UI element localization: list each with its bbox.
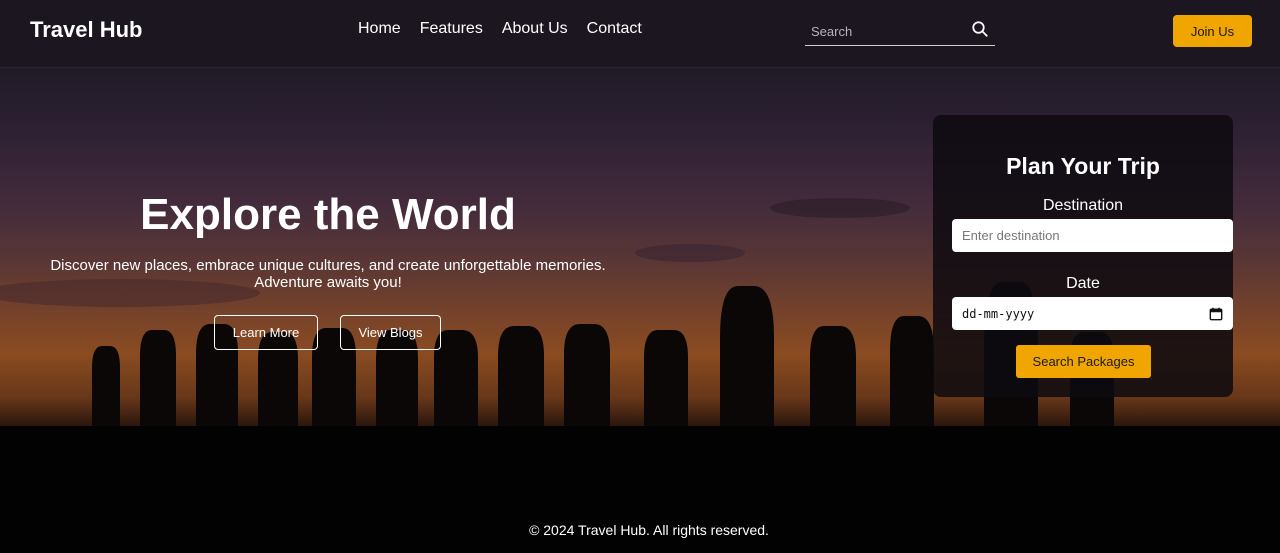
- brand-logo[interactable]: Travel Hub: [30, 17, 142, 43]
- date-input-value: dd-mm-yyyy: [962, 306, 1035, 321]
- date-label: Date: [1066, 275, 1100, 292]
- hero-title: Explore the World: [140, 190, 516, 239]
- search-packages-button[interactable]: Search Packages: [1016, 345, 1151, 378]
- view-blogs-button[interactable]: View Blogs: [340, 315, 441, 350]
- date-input[interactable]: dd-mm-yyyy: [952, 297, 1233, 330]
- plan-trip-card: Plan Your Trip Destination Date dd-mm-yy…: [933, 115, 1233, 397]
- join-us-button[interactable]: Join Us: [1173, 15, 1252, 47]
- search-bar: [805, 16, 995, 46]
- search-icon[interactable]: [971, 20, 989, 38]
- destination-input[interactable]: [952, 219, 1233, 252]
- nav-features-link[interactable]: Features: [420, 20, 483, 38]
- hero-subtitle-line-1: Discover new places, embrace unique cult…: [50, 257, 606, 274]
- nav-home-link[interactable]: Home: [358, 20, 401, 38]
- hero-subtitle: Discover new places, embrace unique cult…: [0, 257, 656, 291]
- nav-about-link[interactable]: About Us: [502, 20, 568, 38]
- nav-contact-link[interactable]: Contact: [587, 20, 642, 38]
- nav-links: Home Features About Us Contact: [358, 20, 642, 38]
- calendar-icon[interactable]: [1209, 307, 1223, 321]
- destination-label: Destination: [1042, 197, 1124, 214]
- search-input[interactable]: [805, 20, 965, 42]
- hero-subtitle-line-2: Adventure awaits you!: [254, 274, 402, 291]
- plan-trip-title: Plan Your Trip: [1006, 153, 1160, 179]
- top-navbar: Travel Hub Home Features About Us Contac…: [0, 0, 1280, 68]
- learn-more-button[interactable]: Learn More: [214, 315, 318, 350]
- footer-copyright: © 2024 Travel Hub. All rights reserved.: [529, 522, 769, 538]
